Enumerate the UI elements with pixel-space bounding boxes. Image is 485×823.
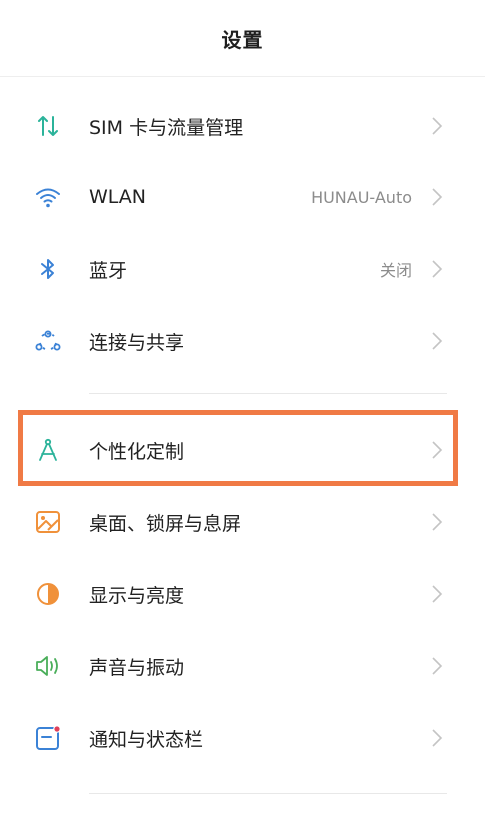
chevron-right-icon [431,583,445,605]
settings-item-label: 声音与振动 [89,656,185,679]
notification-statusbar-icon [33,723,63,753]
wallpaper-icon [33,507,63,537]
settings-item-label: 蓝牙 [89,259,128,282]
settings-item-bluetooth[interactable]: 蓝牙 关闭 [0,233,485,305]
sim-data-icon [33,111,63,141]
settings-item-sound[interactable]: 声音与振动 [0,630,485,702]
chevron-right-icon [431,115,445,137]
chevron-right-icon [431,655,445,677]
settings-item-value: HUNAU-Auto [311,187,412,207]
section-divider [89,793,447,794]
highlight-box [18,410,458,486]
page-title: 设置 [221,27,264,52]
settings-item-value: 关闭 [379,261,412,280]
wifi-icon [33,182,63,212]
settings-item-wallpaper[interactable]: 桌面、锁屏与息屏 [0,486,485,558]
settings-item-label: 连接与共享 [89,331,185,354]
settings-item-notifications[interactable]: 通知与状态栏 [0,702,485,774]
chevron-right-icon [431,727,445,749]
settings-item-label: SIM 卡与流量管理 [89,116,244,139]
sound-vibration-icon [33,651,63,681]
chevron-right-icon [431,258,445,280]
settings-item-label: 桌面、锁屏与息屏 [89,512,242,535]
chevron-right-icon [431,330,445,352]
header: 设置 [0,0,485,77]
connection-share-icon [33,326,63,356]
settings-item-wlan[interactable]: WLAN HUNAU-Auto [0,161,485,233]
chevron-right-icon [431,511,445,533]
settings-item-label: 通知与状态栏 [89,728,204,751]
chevron-right-icon [431,186,445,208]
settings-item-label: 显示与亮度 [89,584,185,607]
display-brightness-icon [33,579,63,609]
bluetooth-icon [33,254,63,284]
settings-item-label: WLAN [89,186,147,208]
settings-item-display[interactable]: 显示与亮度 [0,558,485,630]
settings-item-sim[interactable]: SIM 卡与流量管理 [0,90,485,162]
section-divider [89,393,447,394]
settings-item-connection-share[interactable]: 连接与共享 [0,305,485,377]
